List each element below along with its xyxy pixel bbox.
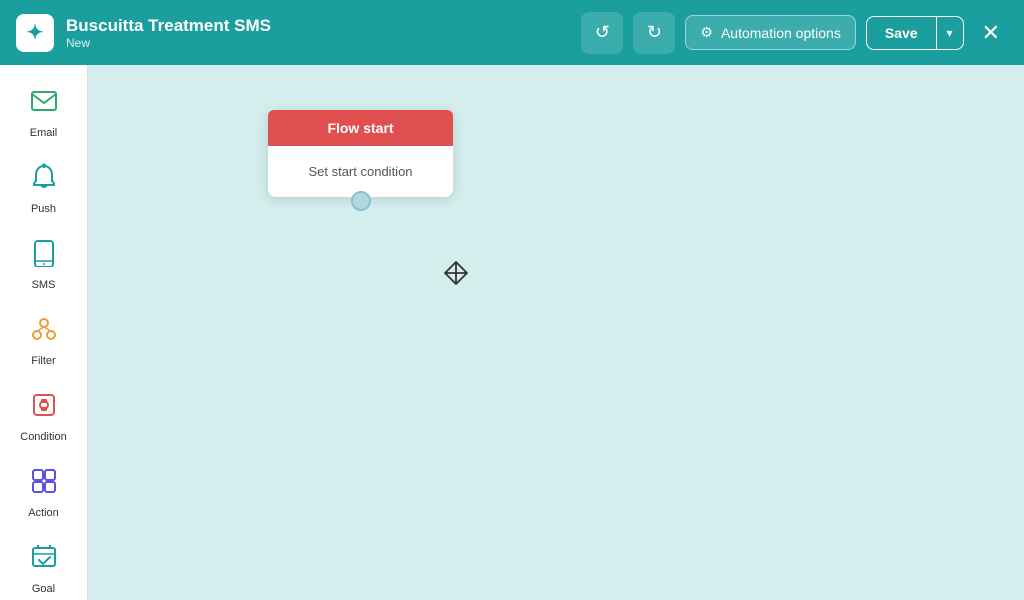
flow-canvas[interactable]: Flow start Set start condition xyxy=(88,65,1024,600)
chevron-down-icon: ▾ xyxy=(947,26,953,40)
main-content: Email Push SMS xyxy=(0,65,1024,600)
push-icon xyxy=(30,163,58,198)
flow-node-header-text: Flow start xyxy=(327,120,393,136)
app-header: ✦ Buscuitta Treatment SMS New ↺ ↻ ⚙ Auto… xyxy=(0,0,1024,65)
sidebar-item-goal[interactable]: Goal xyxy=(6,533,82,600)
condition-icon xyxy=(30,391,58,426)
sms-icon xyxy=(30,239,58,274)
save-group: Save ▾ xyxy=(866,16,964,50)
flow-node-body-text: Set start condition xyxy=(308,164,412,179)
sidebar-item-filter[interactable]: Filter xyxy=(6,305,82,377)
header-actions: ↺ ↻ ⚙ Automation options Save ▾ ✕ xyxy=(581,12,1008,54)
app-logo: ✦ xyxy=(16,14,54,52)
sidebar-item-filter-label: Filter xyxy=(31,355,55,367)
filter-icon xyxy=(30,315,58,350)
automation-options-button[interactable]: ⚙ Automation options xyxy=(685,15,855,50)
save-dropdown-button[interactable]: ▾ xyxy=(936,17,963,49)
gear-icon: ⚙ xyxy=(700,24,713,41)
redo-button[interactable]: ↻ xyxy=(633,12,675,54)
sidebar-item-email-label: Email xyxy=(30,127,58,139)
app-status: New xyxy=(66,36,569,50)
sidebar-item-condition-label: Condition xyxy=(20,431,66,443)
goal-icon xyxy=(30,543,58,578)
flow-node-body[interactable]: Set start condition xyxy=(268,146,453,197)
app-name: Buscuitta Treatment SMS xyxy=(66,16,569,36)
flow-start-node[interactable]: Flow start Set start condition xyxy=(268,110,453,197)
logo-icon: ✦ xyxy=(27,20,44,45)
close-button[interactable]: ✕ xyxy=(974,16,1008,50)
redo-icon: ↻ xyxy=(647,22,662,43)
app-title-block: Buscuitta Treatment SMS New xyxy=(66,16,569,50)
email-icon xyxy=(30,87,58,122)
automation-options-label: Automation options xyxy=(721,25,841,41)
sidebar-item-sms-label: SMS xyxy=(32,279,56,291)
undo-icon: ↺ xyxy=(595,22,610,43)
save-button[interactable]: Save xyxy=(867,17,936,49)
sidebar-item-push-label: Push xyxy=(31,203,56,215)
save-label: Save xyxy=(885,25,918,41)
sidebar-item-condition[interactable]: Condition xyxy=(6,381,82,453)
sidebar-item-email[interactable]: Email xyxy=(6,77,82,149)
move-cursor-icon xyxy=(443,260,469,292)
sidebar-item-goal-label: Goal xyxy=(32,583,55,595)
sidebar-item-push[interactable]: Push xyxy=(6,153,82,225)
close-icon: ✕ xyxy=(982,20,1000,45)
sidebar-item-sms[interactable]: SMS xyxy=(6,229,82,301)
action-icon xyxy=(30,467,58,502)
undo-button[interactable]: ↺ xyxy=(581,12,623,54)
sidebar: Email Push SMS xyxy=(0,65,88,600)
flow-node-connector[interactable] xyxy=(351,191,371,211)
sidebar-item-action-label: Action xyxy=(28,507,59,519)
flow-node-header: Flow start xyxy=(268,110,453,146)
sidebar-item-action[interactable]: Action xyxy=(6,457,82,529)
